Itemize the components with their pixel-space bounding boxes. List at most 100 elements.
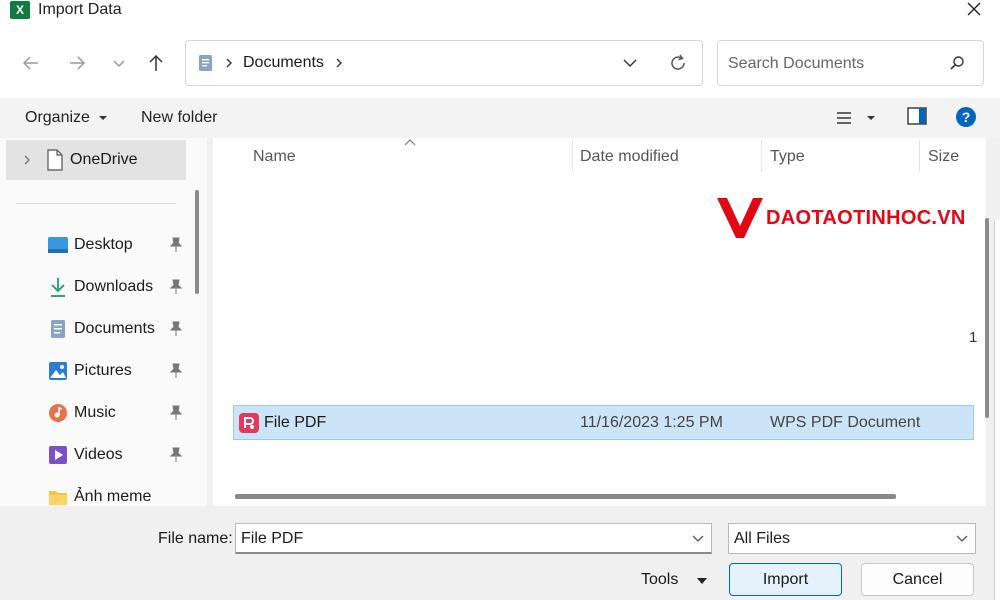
pictures-icon — [49, 362, 67, 380]
file-date-cell: 11/16/2023 1:25 PM — [580, 414, 723, 431]
navigation-pane-scrollbar[interactable] — [195, 190, 199, 294]
organize-label: Organize — [25, 109, 90, 126]
column-divider[interactable] — [761, 140, 762, 172]
caret-down-icon — [99, 115, 108, 120]
command-bar: Organize New folder ? — [0, 98, 1000, 138]
pin-icon[interactable] — [169, 237, 183, 253]
sidebar-item-label: Music — [74, 404, 116, 421]
breadcrumb-documents[interactable]: Documents — [243, 53, 324, 73]
arrow-left-icon — [22, 56, 38, 70]
sidebar-item-desktop[interactable]: Desktop — [0, 225, 187, 265]
address-bar[interactable]: Documents — [185, 40, 703, 86]
background-window-edge — [994, 220, 1000, 600]
caret-down-icon — [697, 578, 707, 584]
file-type-filter-value: All Files — [734, 530, 791, 547]
change-view-button[interactable] — [836, 108, 876, 128]
up-button[interactable] — [141, 48, 171, 78]
file-name-value: File PDF — [241, 530, 304, 547]
pin-icon[interactable] — [169, 363, 183, 379]
file-name-label: File name: — [158, 530, 233, 547]
sidebar-item-label: Downloads — [74, 278, 154, 295]
recent-locations-button[interactable] — [104, 48, 134, 78]
column-divider[interactable] — [919, 140, 920, 172]
sort-ascending-icon — [404, 139, 416, 146]
close-button[interactable] — [962, 0, 986, 20]
help-icon: ? — [956, 107, 976, 127]
chevron-down-icon — [956, 535, 968, 542]
svg-text:?: ? — [962, 109, 971, 125]
documents-icon — [199, 55, 212, 71]
close-icon — [967, 2, 981, 16]
address-history-dropdown[interactable] — [622, 55, 638, 71]
watermark-text: DAOTAOTINHOC.VN — [766, 207, 966, 229]
file-list: Name Date modified Type Size DAOTAOTINHO… — [213, 138, 989, 506]
title-bar: X Import Data — [0, 0, 1000, 20]
file-type-filter[interactable]: All Files — [728, 523, 976, 554]
help-button[interactable]: ? — [955, 106, 977, 134]
sidebar-item-music[interactable]: Music — [0, 393, 187, 433]
sidebar-item-onedrive[interactable]: OneDrive — [6, 140, 186, 180]
sidebar-item-label: Documents — [74, 320, 155, 337]
file-row-file-pdf[interactable]: File PDF 11/16/2023 1:25 PM WPS PDF Docu… — [233, 405, 974, 440]
videos-icon — [49, 446, 67, 464]
tools-menu[interactable]: Tools — [641, 571, 707, 589]
cancel-button[interactable]: Cancel — [861, 563, 974, 596]
dialog-title: Import Data — [38, 1, 122, 18]
vertical-scrollbar[interactable] — [985, 218, 989, 418]
dialog-footer: File name: File PDF All Files Tools Impo… — [0, 506, 1000, 600]
sidebar-divider — [16, 203, 176, 204]
stray-text: 1 — [969, 329, 978, 346]
navigation-bar: Documents — [0, 20, 1000, 98]
sidebar-item-label: OneDrive — [70, 151, 138, 168]
search-input[interactable] — [728, 53, 938, 75]
arrow-right-icon — [70, 56, 86, 70]
chevron-right-icon — [226, 58, 232, 68]
sidebar-item-documents[interactable]: Documents — [0, 309, 187, 349]
pin-icon[interactable] — [169, 321, 183, 337]
sidebar-item-label: Pictures — [74, 362, 132, 379]
sidebar-item-pictures[interactable]: Pictures — [0, 351, 187, 391]
back-button[interactable] — [16, 48, 46, 78]
forward-button[interactable] — [62, 48, 92, 78]
file-name-input[interactable]: File PDF — [235, 523, 712, 554]
expand-chevron-icon[interactable] — [20, 153, 34, 167]
file-name-cell: File PDF — [264, 414, 327, 431]
import-button[interactable]: Import — [729, 563, 842, 596]
search-box[interactable] — [717, 40, 984, 86]
sidebar-item-anh-meme[interactable]: Ảnh meme — [0, 477, 187, 506]
watermark-logo: DAOTAOTINHOC.VN — [716, 196, 974, 240]
document-icon — [47, 149, 63, 171]
documents-icon — [51, 320, 65, 338]
pin-icon[interactable] — [169, 279, 183, 295]
import-data-dialog: X Import Data Documents Search Documents… — [0, 0, 1000, 600]
new-folder-button[interactable]: New folder — [141, 108, 217, 128]
column-header-name[interactable]: Name — [253, 148, 296, 166]
caret-down-icon — [867, 115, 876, 120]
file-type-cell: WPS PDF Document — [770, 414, 921, 431]
horizontal-scrollbar[interactable] — [235, 494, 896, 499]
search-icon[interactable] — [949, 55, 965, 71]
sidebar-item-label: Desktop — [74, 236, 133, 253]
chevron-down-icon[interactable] — [691, 533, 705, 545]
column-header-date-modified[interactable]: Date modified — [580, 148, 679, 166]
folder-icon — [49, 491, 67, 505]
column-divider[interactable] — [572, 140, 573, 172]
pin-icon[interactable] — [169, 405, 183, 421]
sidebar-item-videos[interactable]: Videos — [0, 435, 187, 475]
excel-icon: X — [10, 1, 30, 19]
column-header-type[interactable]: Type — [770, 148, 805, 166]
list-view-icon — [837, 112, 851, 124]
pin-icon[interactable] — [169, 447, 183, 463]
tools-label: Tools — [641, 571, 679, 588]
sidebar-item-label: Videos — [74, 446, 123, 463]
organize-menu[interactable]: Organize — [25, 108, 108, 128]
chevron-down-icon — [113, 60, 125, 68]
sidebar-item-label: Ảnh meme — [74, 488, 152, 505]
navigation-pane: OneDrive Desktop Downloads Documents Pic… — [0, 138, 207, 506]
refresh-icon[interactable] — [668, 53, 688, 73]
column-header-size[interactable]: Size — [928, 148, 959, 166]
preview-pane-button[interactable] — [907, 107, 927, 131]
wps-pdf-icon — [239, 413, 259, 433]
sidebar-item-downloads[interactable]: Downloads — [0, 267, 187, 307]
chevron-right-icon[interactable] — [332, 53, 346, 73]
